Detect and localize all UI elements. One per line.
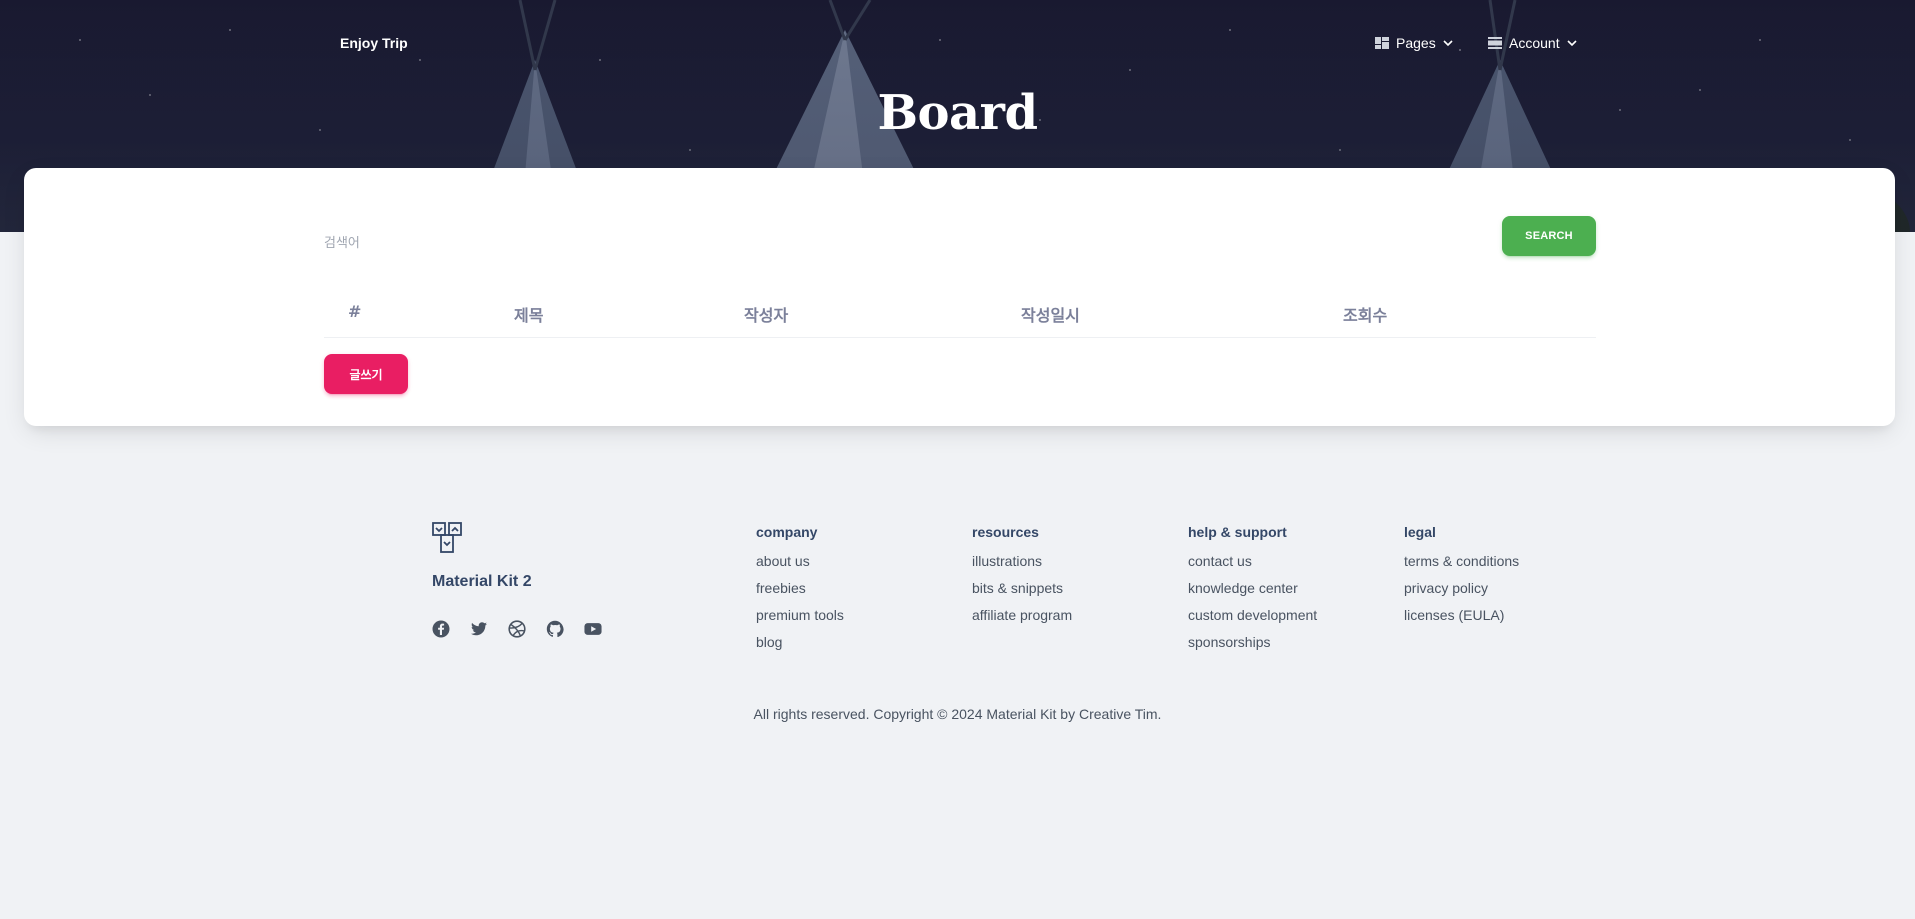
footer-link-illustrations[interactable]: illustrations [972, 548, 1072, 575]
footer-column-resources: resources illustrations bits & snippets … [972, 524, 1072, 629]
column-header-author: 작성자 [744, 306, 789, 325]
footer-column-help-support: help & support contact us knowledge cent… [1188, 524, 1317, 656]
nav-pages-label: Pages [1396, 35, 1436, 51]
chevron-down-icon [1443, 40, 1453, 47]
footer-copyright: All rights reserved. Copyright © 2024 Ma… [753, 706, 1162, 722]
twitter-icon[interactable] [470, 620, 488, 638]
column-header-views: 조회수 [1343, 306, 1388, 325]
footer-heading-resources: resources [972, 524, 1039, 540]
search-button[interactable]: SEARCH [1502, 216, 1596, 256]
footer-column-company: company about us freebies premium tools … [756, 524, 844, 656]
dribbble-icon[interactable] [508, 620, 526, 638]
footer-link-terms-conditions[interactable]: terms & conditions [1404, 548, 1519, 575]
footer-link-privacy-policy[interactable]: privacy policy [1404, 575, 1519, 602]
footer-column-legal: legal terms & conditions privacy policy … [1404, 524, 1519, 629]
top-navbar: Enjoy Trip Pages Account [0, 0, 1915, 88]
column-header-date: 작성일시 [1021, 306, 1080, 325]
footer-heading-help-support: help & support [1188, 524, 1287, 540]
footer-link-custom-development[interactable]: custom development [1188, 602, 1317, 629]
youtube-icon[interactable] [584, 620, 602, 638]
navbar-brand[interactable]: Enjoy Trip [340, 35, 408, 51]
nav-pages-dropdown[interactable]: Pages [1375, 35, 1453, 51]
github-icon[interactable] [546, 620, 564, 638]
footer-link-premium-tools[interactable]: premium tools [756, 602, 844, 629]
footer-link-sponsorships[interactable]: sponsorships [1188, 629, 1317, 656]
footer-link-freebies[interactable]: freebies [756, 575, 844, 602]
board-table-header: # 제목 작성자 작성일시 조회수 [324, 296, 1596, 338]
footer-social-links [432, 620, 602, 638]
dashboard-icon [1375, 37, 1389, 49]
footer-link-affiliate-program[interactable]: affiliate program [972, 602, 1072, 629]
footer-link-contact-us[interactable]: contact us [1188, 548, 1317, 575]
page-title: Board [877, 85, 1038, 141]
nav-account-dropdown[interactable]: Account [1488, 35, 1577, 51]
material-kit-logo-icon [432, 522, 462, 553]
view-day-icon [1488, 37, 1502, 49]
search-input[interactable] [324, 230, 1494, 256]
footer-link-about-us[interactable]: about us [756, 548, 844, 575]
column-header-number: # [348, 302, 362, 321]
write-post-button[interactable]: 글쓰기 [324, 354, 408, 394]
chevron-down-icon [1567, 40, 1577, 47]
footer-link-blog[interactable]: blog [756, 629, 844, 656]
facebook-icon[interactable] [432, 620, 450, 638]
footer-heading-legal: legal [1404, 524, 1436, 540]
footer-heading-company: company [756, 524, 818, 540]
footer-link-knowledge-center[interactable]: knowledge center [1188, 575, 1317, 602]
footer-brand-name[interactable]: Material Kit 2 [432, 573, 532, 591]
footer-link-licenses-eula[interactable]: licenses (EULA) [1404, 602, 1519, 629]
footer-link-bits-snippets[interactable]: bits & snippets [972, 575, 1072, 602]
nav-account-label: Account [1509, 35, 1560, 51]
column-header-title: 제목 [514, 306, 544, 325]
